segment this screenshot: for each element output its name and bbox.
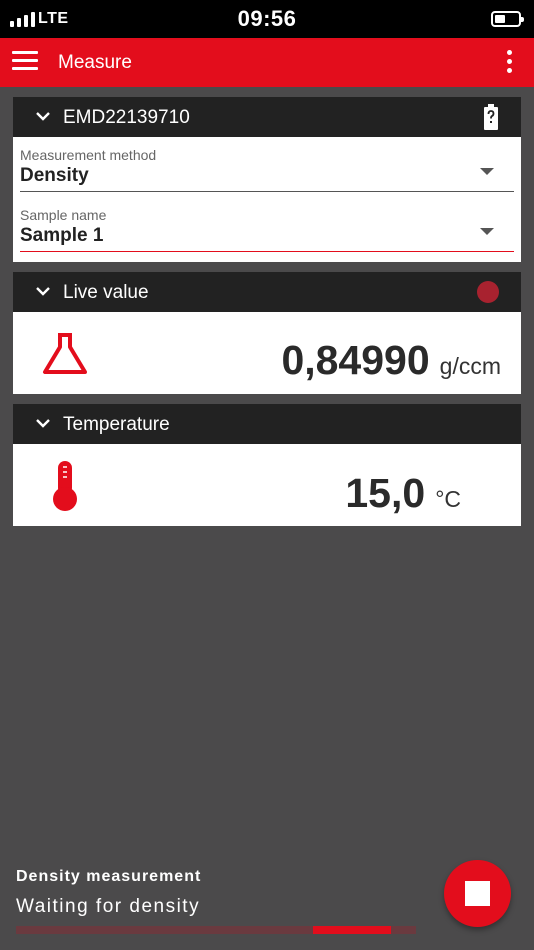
battery-icon: [491, 11, 524, 27]
temperature-readout: 15,0 °C: [345, 470, 461, 517]
temperature-title: Temperature: [63, 414, 170, 435]
hamburger-menu-icon[interactable]: [12, 51, 38, 73]
temperature-card-header[interactable]: Temperature: [13, 404, 521, 444]
device-id: EMD22139710: [63, 107, 190, 128]
temperature-number: 15,0: [345, 470, 426, 516]
device-card-header[interactable]: EMD22139710: [13, 97, 521, 137]
field-underline-active: [20, 251, 514, 252]
sample-name-label: Sample name: [20, 207, 107, 223]
live-value-unit: g/ccm: [439, 353, 501, 379]
stop-measurement-button[interactable]: [444, 860, 511, 927]
clock: 09:56: [237, 6, 297, 31]
chevron-down-icon: [36, 287, 50, 296]
recording-indicator: [477, 281, 499, 303]
status-bar: LTE 09:56: [0, 0, 534, 38]
battery-unknown-icon: [484, 104, 498, 130]
indeterminate-progress-bar: [16, 926, 416, 934]
measurement-status-subtitle: Waiting for density: [16, 896, 201, 917]
chevron-down-icon: [36, 419, 50, 428]
app-bar: Measure: [0, 38, 534, 87]
measurement-method-value: Density: [20, 165, 89, 186]
live-value-card-header[interactable]: Live value: [13, 272, 521, 312]
stop-icon: [465, 881, 490, 906]
page-title: Measure: [58, 52, 132, 73]
dropdown-arrow-icon: [480, 228, 494, 235]
dropdown-arrow-icon: [480, 168, 494, 175]
live-value-readout: 0,84990 g/ccm: [281, 337, 501, 384]
sample-name-select[interactable]: Sample name Sample 1: [20, 207, 514, 252]
measurement-method-label: Measurement method: [20, 147, 157, 163]
more-vert-icon[interactable]: [500, 50, 518, 76]
progress-bar-segment: [313, 926, 391, 934]
device-card: EMD22139710 Measurement method Density S…: [13, 97, 521, 262]
field-underline: [20, 191, 514, 192]
temperature-card: Temperature 15,0 °C: [13, 404, 521, 526]
thermometer-icon: [53, 461, 77, 511]
measurement-method-select[interactable]: Measurement method Density: [20, 147, 514, 192]
sample-name-value: Sample 1: [20, 225, 104, 246]
live-value-card: Live value 0,84990 g/ccm: [13, 272, 521, 394]
measurement-status-title: Density measurement: [16, 868, 202, 885]
chevron-down-icon: [36, 112, 50, 121]
flask-icon: [43, 333, 87, 374]
live-value-title: Live value: [63, 282, 149, 303]
temperature-unit: °C: [435, 486, 461, 512]
live-value-number: 0,84990: [281, 337, 430, 383]
